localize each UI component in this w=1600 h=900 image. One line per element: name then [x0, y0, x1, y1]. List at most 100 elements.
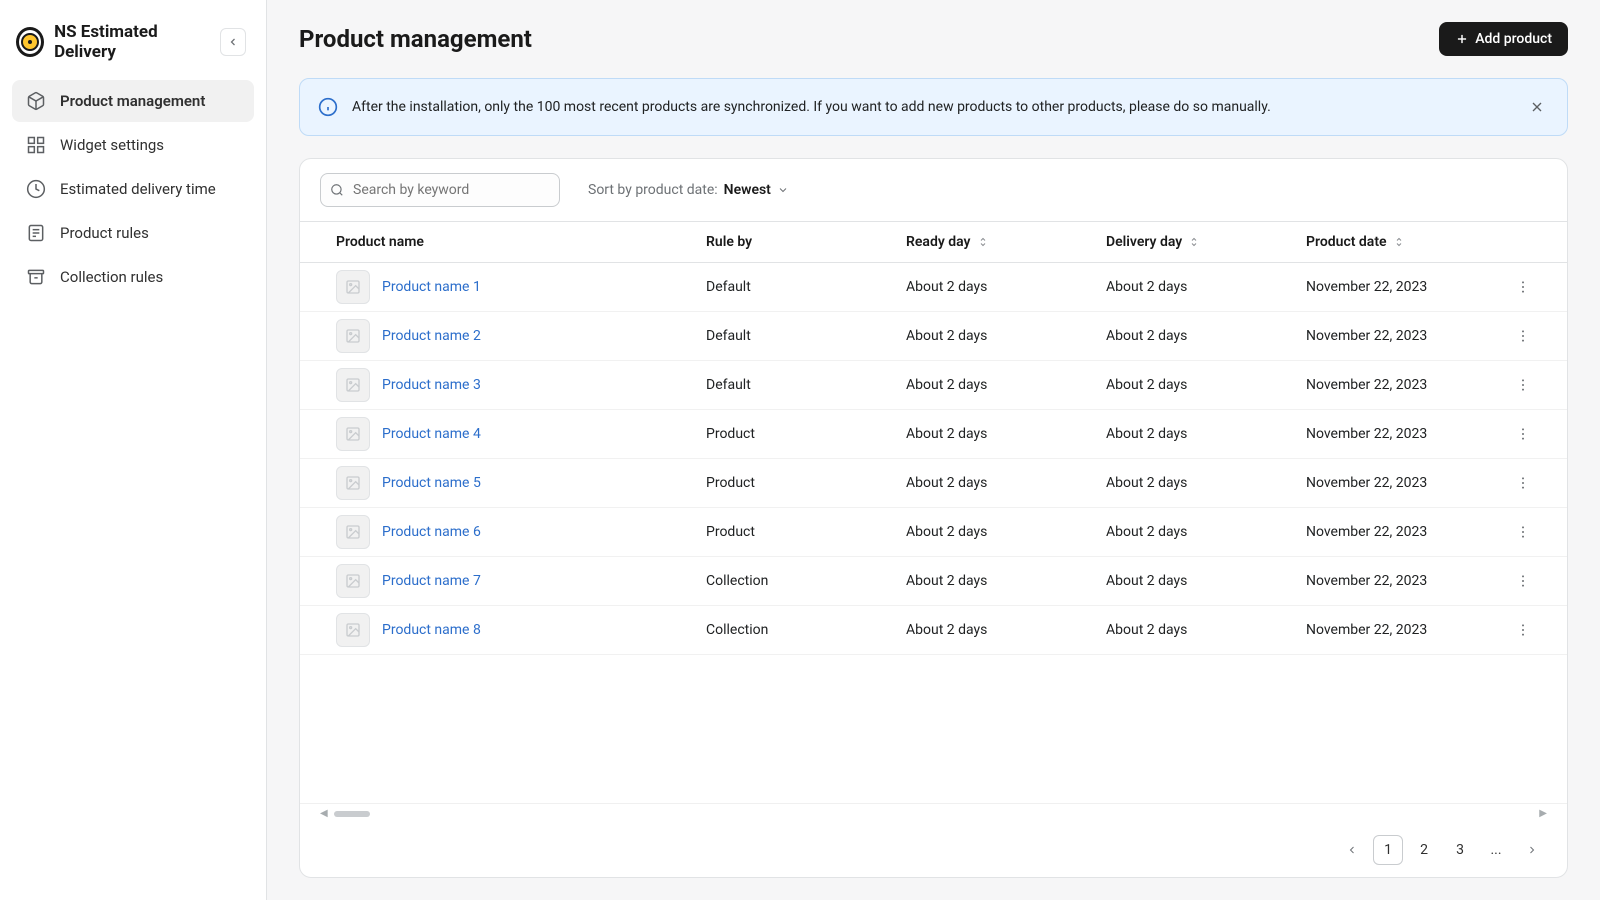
- sort-dropdown[interactable]: Sort by product date: Newest: [588, 182, 789, 198]
- product-thumbnail: [336, 270, 370, 304]
- search-icon: [330, 183, 344, 197]
- pagination-prev[interactable]: [1337, 835, 1367, 865]
- info-banner: After the installation, only the 100 mos…: [299, 78, 1568, 136]
- row-actions-button[interactable]: [1506, 622, 1531, 638]
- row-actions-button[interactable]: [1506, 328, 1531, 344]
- image-icon: [345, 573, 361, 589]
- row-actions-button[interactable]: [1506, 475, 1531, 491]
- cell-date: November 22, 2023: [1306, 426, 1506, 442]
- brand: NS Estimated Delivery: [12, 14, 254, 80]
- product-thumbnail: [336, 319, 370, 353]
- product-name-link[interactable]: Product name 1: [382, 279, 481, 295]
- product-name-link[interactable]: Product name 8: [382, 622, 481, 638]
- row-actions-button[interactable]: [1506, 524, 1531, 540]
- table-row: Product name 3 Default About 2 days Abou…: [300, 361, 1567, 410]
- pagination-page[interactable]: 3: [1445, 835, 1475, 865]
- banner-text: After the installation, only the 100 mos…: [352, 99, 1511, 115]
- cell-date: November 22, 2023: [1306, 328, 1506, 344]
- scroll-thumb[interactable]: [334, 811, 370, 817]
- add-product-label: Add product: [1475, 31, 1552, 47]
- sidebar-item-estimated-delivery-time[interactable]: Estimated delivery time: [12, 168, 254, 210]
- row-actions-button[interactable]: [1506, 426, 1531, 442]
- cell-ready: About 2 days: [906, 524, 1106, 540]
- product-name-link[interactable]: Product name 2: [382, 328, 481, 344]
- column-delivery-day[interactable]: Delivery day: [1106, 234, 1306, 250]
- archive-icon: [26, 267, 46, 287]
- pagination-next[interactable]: [1517, 835, 1547, 865]
- column-rule-by: Rule by: [706, 234, 906, 250]
- product-thumbnail: [336, 564, 370, 598]
- scroll-right-icon: ▶: [1539, 808, 1547, 819]
- sidebar-item-label: Product management: [60, 92, 205, 110]
- product-name-link[interactable]: Product name 3: [382, 377, 481, 393]
- cell-date: November 22, 2023: [1306, 622, 1506, 638]
- table-row: Product name 2 Default About 2 days Abou…: [300, 312, 1567, 361]
- product-name-link[interactable]: Product name 4: [382, 426, 481, 442]
- add-product-button[interactable]: Add product: [1439, 22, 1568, 56]
- pagination-page[interactable]: ...: [1481, 835, 1511, 865]
- row-actions-button[interactable]: [1506, 377, 1531, 393]
- cell-rule: Default: [706, 328, 906, 344]
- row-actions-button[interactable]: [1506, 279, 1531, 295]
- sidebar-collapse-button[interactable]: [220, 28, 246, 56]
- product-thumbnail: [336, 368, 370, 402]
- banner-close-button[interactable]: [1525, 95, 1549, 119]
- more-vertical-icon: [1515, 279, 1531, 295]
- cell-delivery: About 2 days: [1106, 622, 1306, 638]
- product-name-link[interactable]: Product name 7: [382, 573, 481, 589]
- sort-prefix: Sort by product date:: [588, 182, 718, 198]
- brand-logo-icon: [16, 27, 44, 57]
- sidebar: NS Estimated Delivery Product management…: [0, 0, 267, 900]
- product-thumbnail: [336, 417, 370, 451]
- table-body: Product name 1 Default About 2 days Abou…: [300, 263, 1567, 803]
- sort-icon: [1393, 236, 1405, 248]
- clock-icon: [26, 179, 46, 199]
- card-toolbar: Sort by product date: Newest: [300, 159, 1567, 221]
- pagination-page[interactable]: 1: [1373, 835, 1403, 865]
- cell-rule: Collection: [706, 573, 906, 589]
- image-icon: [345, 475, 361, 491]
- more-vertical-icon: [1515, 328, 1531, 344]
- image-icon: [345, 328, 361, 344]
- search-input[interactable]: [320, 173, 560, 207]
- info-icon: [318, 97, 338, 117]
- product-name-link[interactable]: Product name 5: [382, 475, 481, 491]
- cell-rule: Default: [706, 377, 906, 393]
- search-box: [320, 173, 560, 207]
- sidebar-item-product-rules[interactable]: Product rules: [12, 212, 254, 254]
- scroll-left-icon: ◀: [320, 808, 328, 819]
- table-header: Product name Rule by Ready day Delivery …: [300, 221, 1567, 263]
- column-product-name: Product name: [336, 234, 706, 250]
- sort-icon: [1188, 236, 1200, 248]
- cell-rule: Product: [706, 524, 906, 540]
- pagination-page[interactable]: 2: [1409, 835, 1439, 865]
- header: Product management Add product: [299, 22, 1568, 56]
- image-icon: [345, 279, 361, 295]
- more-vertical-icon: [1515, 377, 1531, 393]
- sidebar-item-label: Estimated delivery time: [60, 180, 216, 198]
- horizontal-scroll[interactable]: ◀ ▶: [300, 803, 1567, 823]
- sidebar-item-collection-rules[interactable]: Collection rules: [12, 256, 254, 298]
- cell-delivery: About 2 days: [1106, 475, 1306, 491]
- grid-icon: [26, 135, 46, 155]
- product-thumbnail: [336, 515, 370, 549]
- cell-date: November 22, 2023: [1306, 377, 1506, 393]
- sidebar-item-label: Collection rules: [60, 268, 163, 286]
- more-vertical-icon: [1515, 573, 1531, 589]
- cell-delivery: About 2 days: [1106, 279, 1306, 295]
- chevron-right-icon: [1526, 844, 1538, 856]
- column-ready-day[interactable]: Ready day: [906, 234, 1106, 250]
- table-row: Product name 4 Product About 2 days Abou…: [300, 410, 1567, 459]
- sidebar-item-label: Widget settings: [60, 136, 164, 154]
- cell-ready: About 2 days: [906, 573, 1106, 589]
- product-name-link[interactable]: Product name 6: [382, 524, 481, 540]
- cell-ready: About 2 days: [906, 328, 1106, 344]
- row-actions-button[interactable]: [1506, 573, 1531, 589]
- more-vertical-icon: [1515, 475, 1531, 491]
- cell-date: November 22, 2023: [1306, 524, 1506, 540]
- column-product-date[interactable]: Product date: [1306, 234, 1506, 250]
- sidebar-item-product-management[interactable]: Product management: [12, 80, 254, 122]
- box-icon: [26, 91, 46, 111]
- sidebar-item-widget-settings[interactable]: Widget settings: [12, 124, 254, 166]
- sort-icon: [977, 236, 989, 248]
